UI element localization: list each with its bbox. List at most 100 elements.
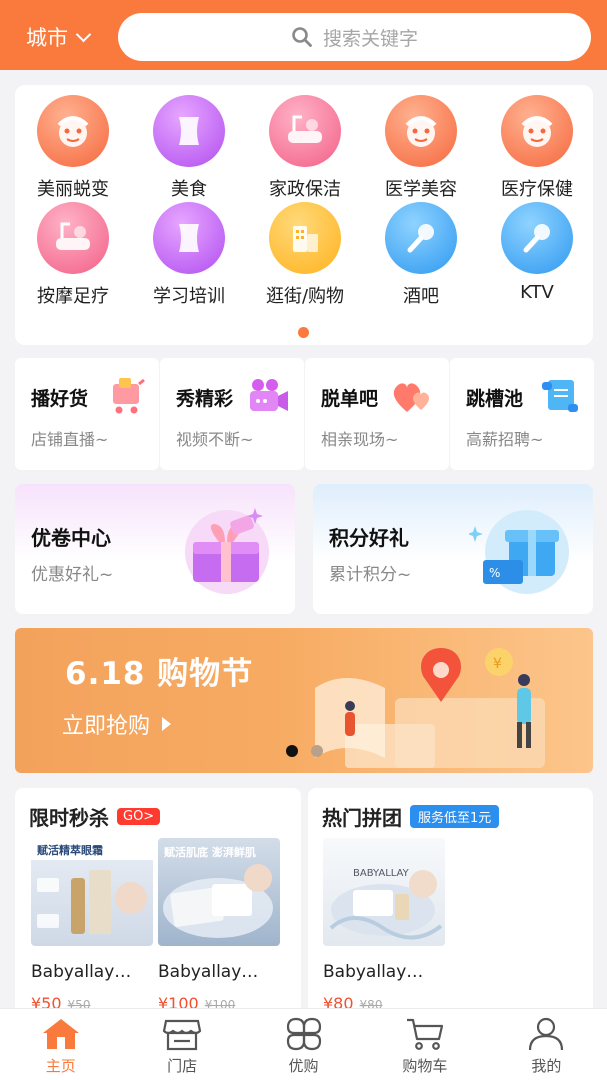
search-icon (292, 27, 312, 47)
banner-title: 6.18 购物节 (65, 656, 254, 692)
promo-coupon-center[interactable]: 优卷中心 优惠好礼~ (15, 484, 295, 614)
bathtub-icon (269, 95, 341, 167)
face-icon (385, 95, 457, 167)
feature-subtitle: 相亲现场~ (321, 430, 399, 449)
feature-title: 播好货 (31, 388, 89, 410)
city-selector[interactable]: 城市 (26, 22, 92, 52)
home-icon (42, 1019, 79, 1049)
search-input[interactable]: 搜索关键字 (118, 13, 591, 61)
category-item[interactable]: 医学美容 (363, 95, 479, 201)
flash-sale-section: 限时秒杀 GO> 赋活精萃眼霜 Babyallay… ¥50 ¥50 赋活肌底 … (15, 788, 301, 1018)
banner-cta-button[interactable]: 立即抢购 (62, 708, 172, 740)
cart-icon (406, 1018, 444, 1050)
bathtub-icon (37, 202, 109, 274)
category-label: 家政保洁 (269, 179, 341, 200)
category-label: 学习培训 (153, 286, 225, 307)
go-badge[interactable]: GO> (117, 808, 161, 825)
promo-subtitle: 优惠好礼~ (31, 565, 114, 585)
nav-label: 购物车 (402, 1057, 448, 1075)
feature-subtitle: 视频不断~ (176, 430, 254, 449)
user-icon (529, 1017, 564, 1051)
flash-sale-header[interactable]: 限时秒杀 GO> (29, 802, 161, 831)
feature-subtitle: 店铺直播~ (31, 430, 109, 449)
nav-store[interactable]: 门店 (121, 1009, 242, 1080)
nav-profile[interactable]: 我的 (486, 1009, 607, 1080)
category-item[interactable]: 医疗保健 (479, 95, 595, 201)
feature-subtitle: 高薪招聘~ (466, 430, 544, 449)
product-image: 赋活肌底 澎湃鲜肌 (158, 838, 280, 946)
product-card[interactable]: 赋活肌底 澎湃鲜肌 Babyallay… ¥100 ¥100 (158, 838, 280, 1013)
feature-title: 秀精彩 (176, 388, 234, 410)
group-buy-section: 热门拼团 服务低至1元 BABYALLAY Babyallay… ¥80 ¥80 (308, 788, 593, 1018)
banner-dot-active[interactable] (286, 745, 298, 757)
product-card[interactable]: 赋活精萃眼霜 Babyallay… ¥50 ¥50 (31, 838, 153, 1013)
group-buy-header[interactable]: 热门拼团 服务低至1元 (322, 802, 500, 831)
product-name: Babyallay… (31, 962, 132, 982)
feature-video[interactable]: 秀精彩 视频不断~ (160, 358, 304, 470)
category-label: KTV (520, 282, 554, 303)
category-item[interactable]: 逛街/购物 (247, 202, 363, 308)
shopping-festival-banner[interactable]: ¥ 6.18 购物节 立即抢购 (15, 628, 593, 773)
bottom-nav: 主页 门店 优购 购物车 我的 (0, 1008, 607, 1080)
svg-text:%: % (489, 566, 500, 580)
video-camera-icon (250, 379, 288, 411)
promo-title: 积分好礼 (329, 526, 409, 550)
torso-icon (153, 202, 225, 274)
category-item[interactable]: 家政保洁 (247, 95, 363, 201)
feature-jobs[interactable]: 跳槽池 高薪招聘~ (450, 358, 594, 470)
product-name: Babyallay… (323, 962, 424, 982)
torso-icon (153, 95, 225, 167)
chevron-down-icon (75, 26, 92, 42)
microphone-icon (385, 202, 457, 274)
category-item[interactable]: 酒吧 (363, 202, 479, 308)
svg-text:¥: ¥ (493, 656, 502, 672)
banner-dot[interactable] (311, 745, 323, 757)
product-image-caption: BABYALLAY (353, 868, 409, 879)
play-arrow-icon (162, 717, 172, 731)
nav-label: 优购 (288, 1057, 319, 1075)
feature-dating[interactable]: 脱单吧 相亲现场~ (305, 358, 449, 470)
nav-label: 主页 (45, 1057, 76, 1075)
feature-live-goods[interactable]: 播好货 店铺直播~ (15, 358, 159, 470)
hearts-icon (393, 383, 429, 412)
product-image-caption: 赋活肌底 澎湃鲜肌 (164, 846, 256, 859)
category-grid: 美丽蜕变 美食 家政保洁 医学美容 医疗保健 按摩足疗 学习培训 逛街/购物 酒… (15, 85, 593, 345)
category-item[interactable]: 按摩足疗 (15, 202, 131, 308)
category-label: 按摩足疗 (37, 286, 109, 307)
category-item[interactable]: KTV (479, 202, 595, 303)
gift-coupon-icon: % (469, 510, 569, 594)
flash-sale-title: 限时秒杀 (29, 806, 109, 830)
shopping-cart-icon (113, 378, 145, 414)
search-placeholder: 搜索关键字 (322, 27, 418, 50)
group-buy-title: 热门拼团 (322, 806, 402, 830)
nav-label: 我的 (531, 1057, 562, 1075)
category-label: 酒吧 (403, 286, 439, 307)
category-item[interactable]: 美食 (131, 95, 247, 201)
grid-petals-icon (286, 1017, 321, 1051)
building-icon (269, 202, 341, 274)
product-photo (329, 870, 443, 940)
product-name: Babyallay… (158, 962, 259, 982)
scroll-icon (542, 380, 578, 412)
store-icon (162, 1019, 202, 1051)
nav-label: 门店 (167, 1057, 198, 1075)
banner-cta-label: 立即抢购 (62, 714, 151, 739)
category-label: 医学美容 (385, 179, 457, 200)
top-header: 城市 搜索关键字 (0, 0, 607, 70)
city-label: 城市 (26, 26, 68, 50)
nav-youguo[interactable]: 优购 (243, 1009, 364, 1080)
banner-illustration: ¥ (315, 648, 545, 768)
product-image: BABYALLAY (323, 838, 445, 946)
promo-subtitle: 累计积分~ (329, 565, 412, 585)
category-item[interactable]: 美丽蜕变 (15, 95, 131, 201)
category-label: 美食 (171, 179, 207, 200)
nav-cart[interactable]: 购物车 (364, 1009, 485, 1080)
nav-home[interactable]: 主页 (0, 1009, 121, 1080)
face-icon (501, 95, 573, 167)
product-image-caption: 赋活精萃眼霜 (37, 844, 103, 857)
promo-points[interactable]: 积分好礼 累计积分~ % (313, 484, 593, 614)
category-item[interactable]: 学习培训 (131, 202, 247, 308)
category-label: 医疗保健 (501, 179, 573, 200)
product-card[interactable]: BABYALLAY Babyallay… ¥80 ¥80 (323, 838, 445, 1013)
category-label: 美丽蜕变 (37, 179, 109, 200)
